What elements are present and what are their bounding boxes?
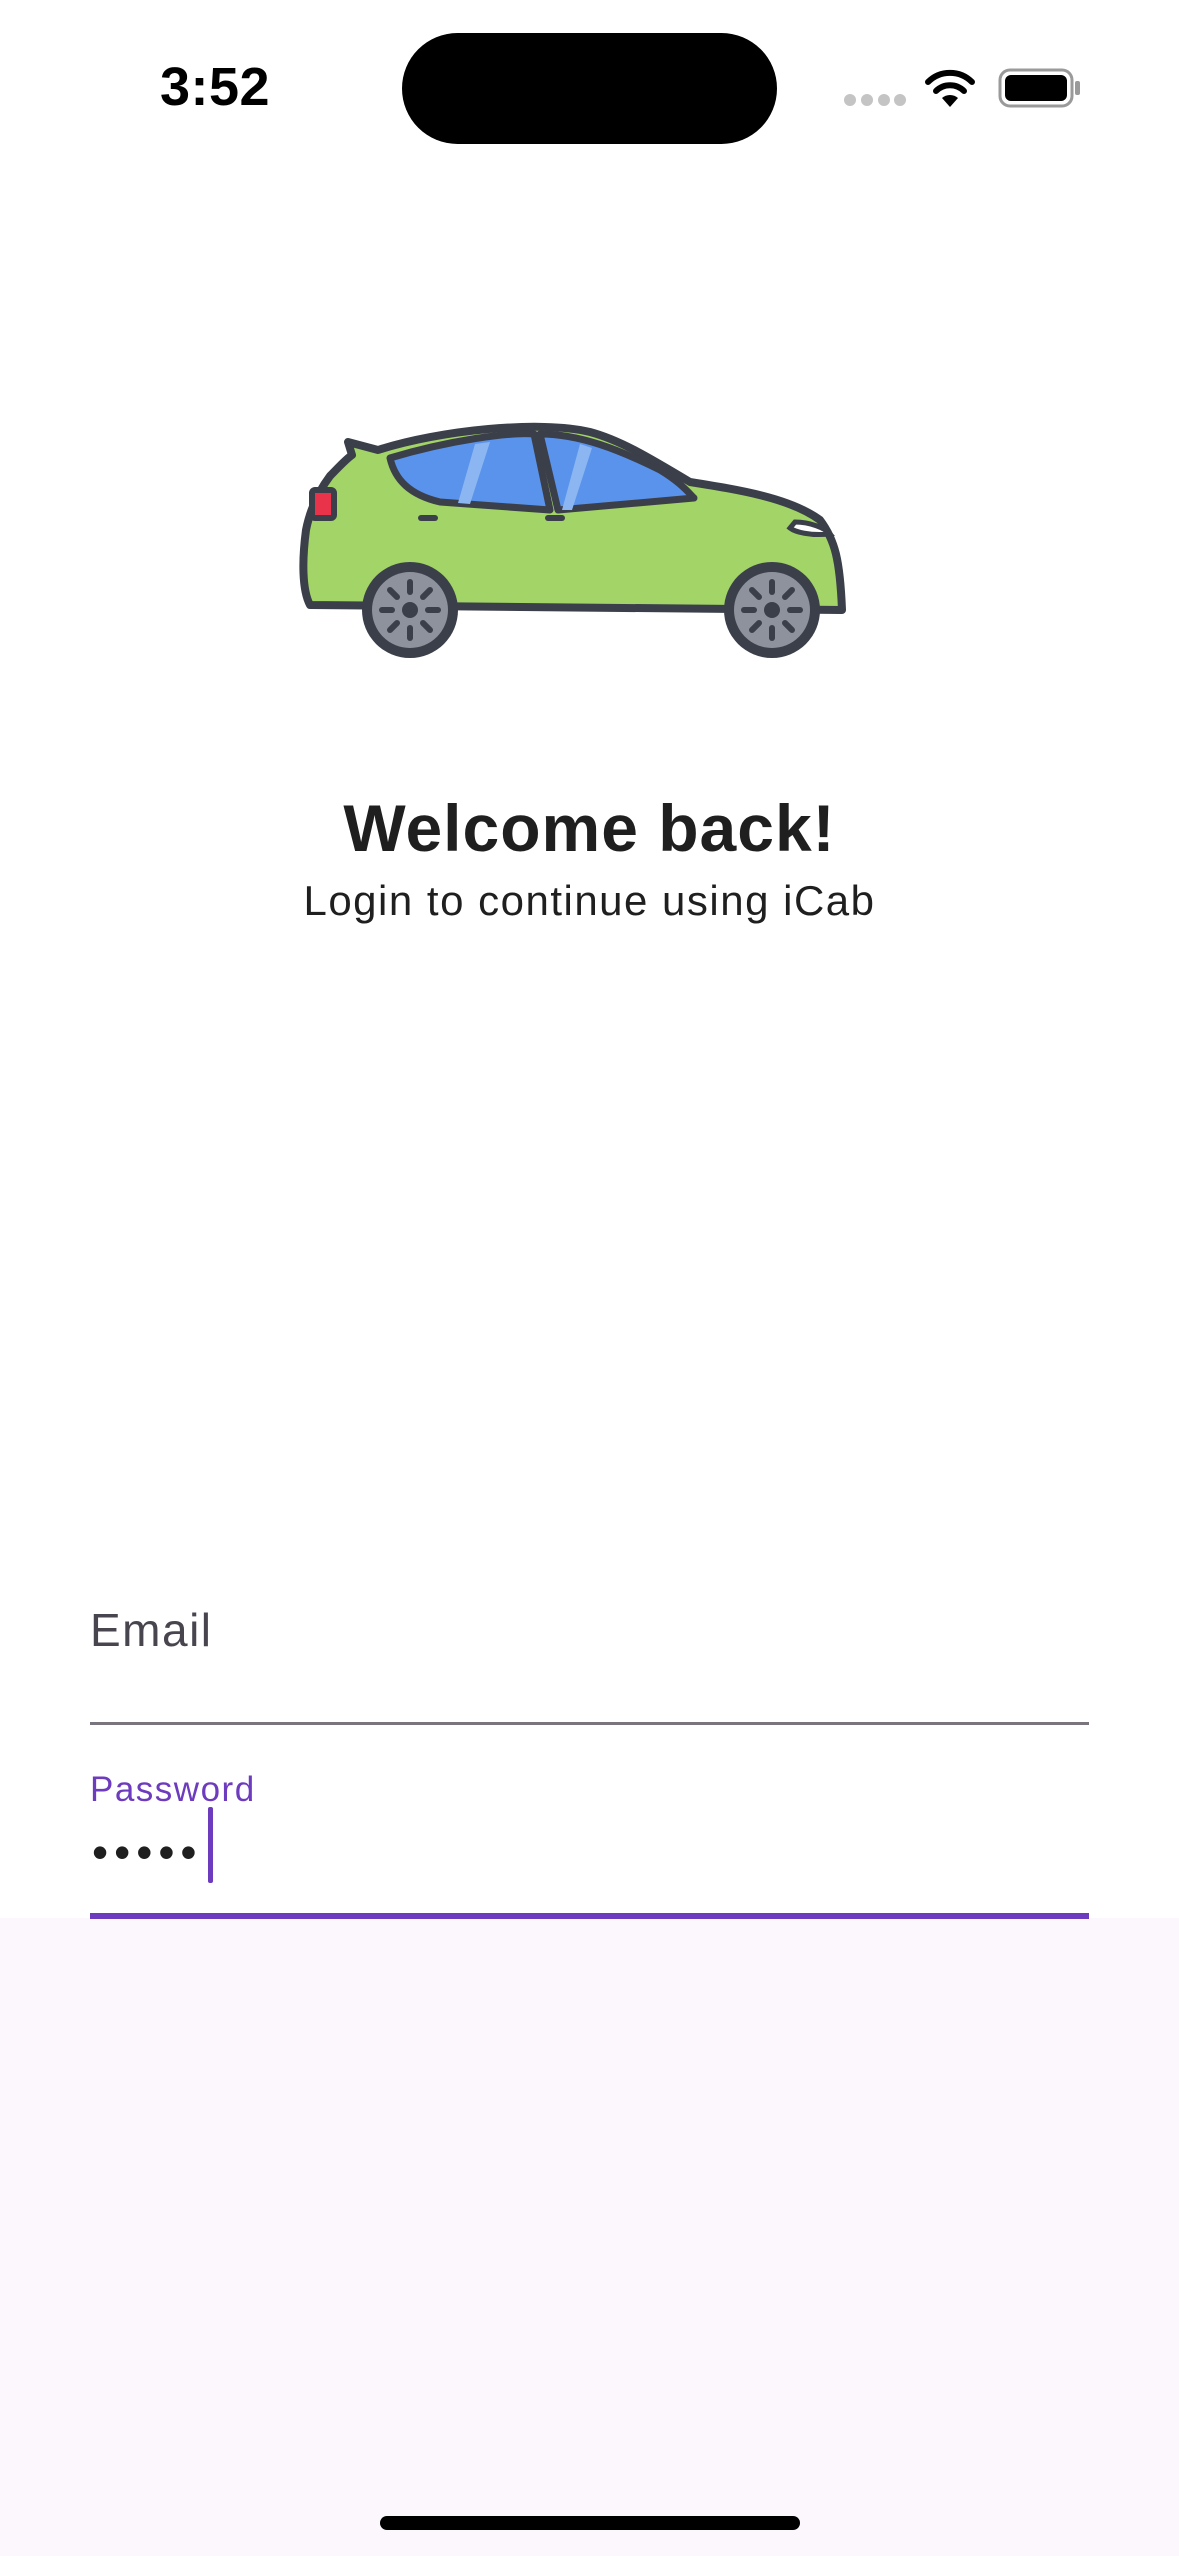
keyboard-area-background [0, 1918, 1179, 2556]
email-field[interactable]: Email [90, 1565, 1089, 1727]
page-title: Welcome back! [343, 791, 836, 865]
text-cursor [208, 1807, 213, 1883]
battery-icon [998, 68, 1080, 108]
email-field-underline [90, 1722, 1089, 1725]
page-subtitle: Login to continue using iCab [303, 877, 876, 924]
home-indicator[interactable] [380, 2516, 800, 2530]
dynamic-island [402, 33, 777, 144]
password-field-label: Password [90, 1770, 256, 1809]
login-screen: 3:52 Welcome back! Login to continue usi… [0, 0, 1179, 2556]
email-field-label: Email [90, 1604, 213, 1656]
wifi-icon [925, 69, 975, 107]
password-field[interactable]: Password ••••• [90, 1755, 1089, 1920]
status-time: 3:52 [160, 57, 271, 117]
password-field-underline [90, 1913, 1089, 1919]
car-icon [299, 422, 846, 658]
password-masked-value: ••••• [92, 1826, 203, 1878]
cellular-signal-icon [844, 94, 906, 108]
